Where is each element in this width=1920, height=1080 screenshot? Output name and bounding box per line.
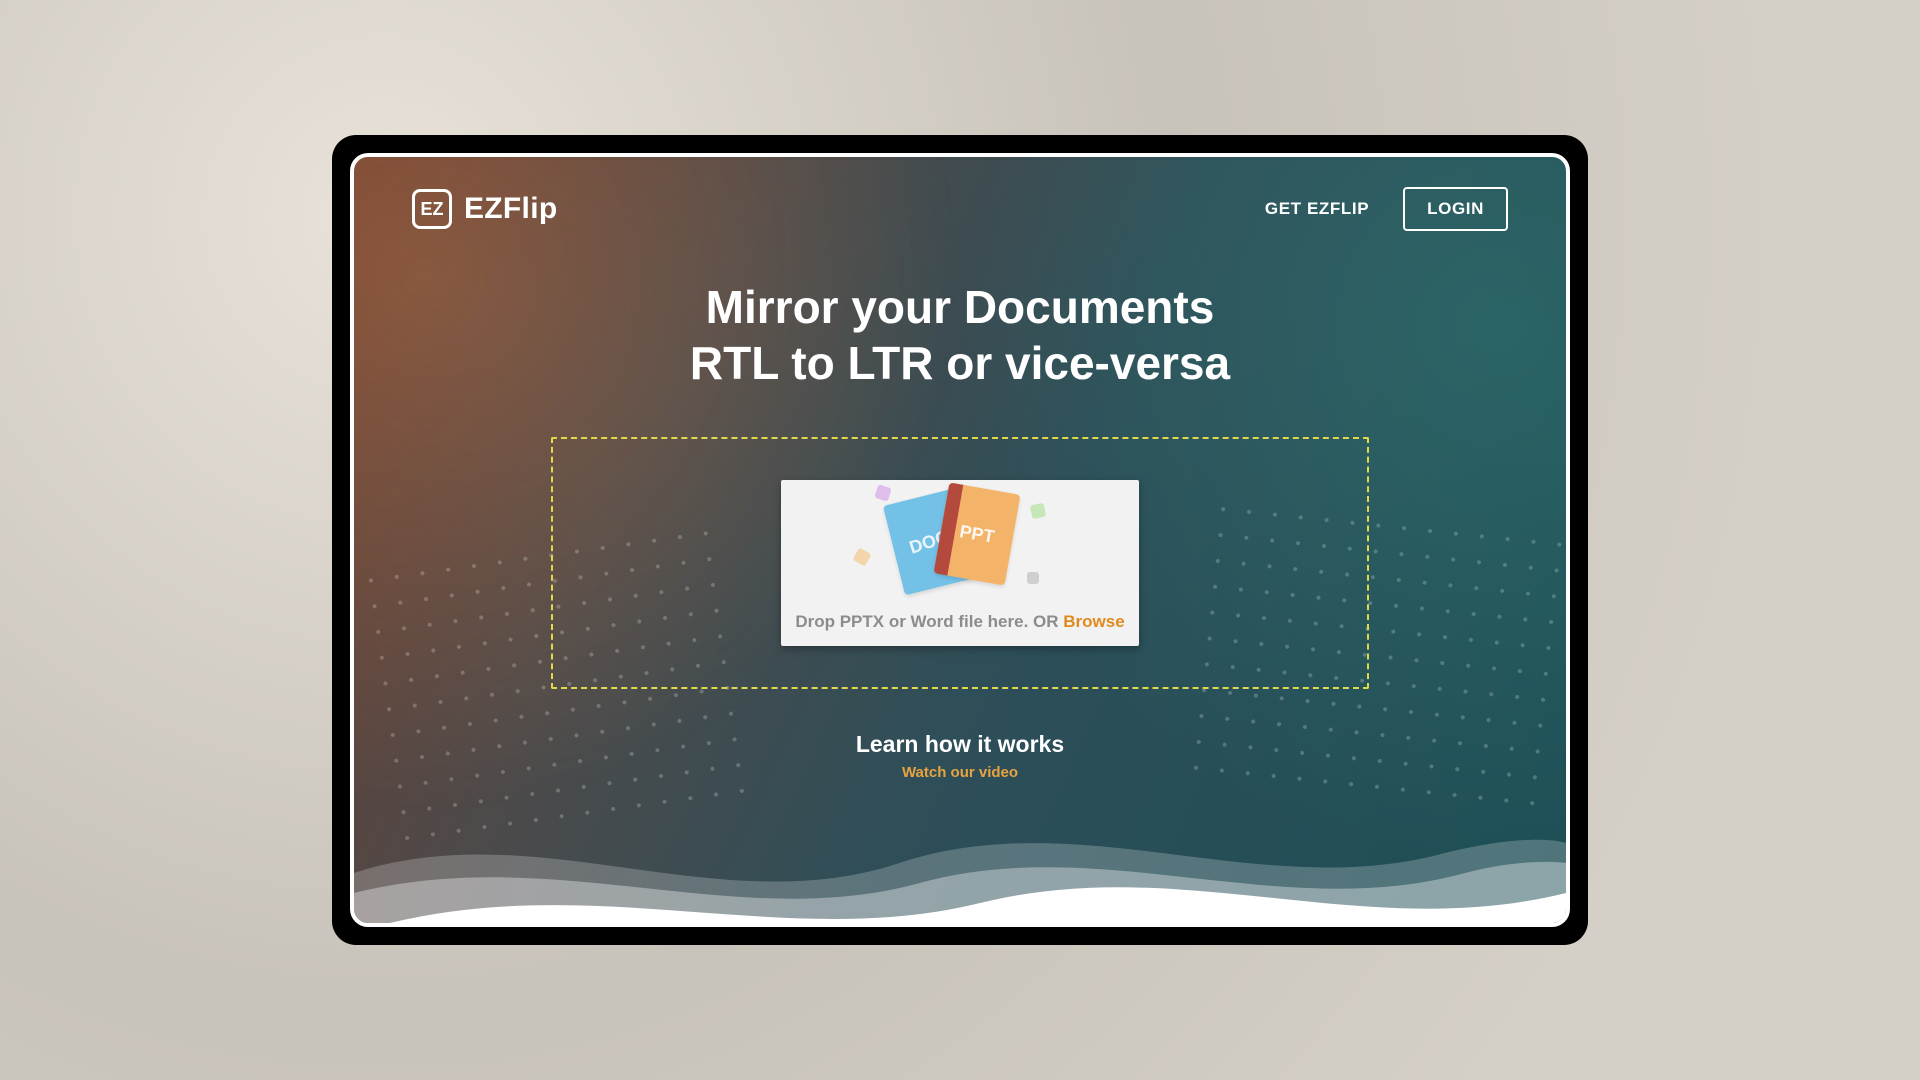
confetti-icon bbox=[852, 548, 871, 567]
logo-icon: EZ bbox=[412, 189, 452, 229]
learn-section: Learn how it works Watch our video bbox=[354, 731, 1566, 782]
brand-name: EZFlip bbox=[464, 192, 557, 226]
logo-text: EZ bbox=[420, 199, 443, 220]
hero-line2: RTL to LTR or vice-versa bbox=[690, 337, 1230, 389]
app-window: EZ EZFlip GET EZFLIP LOGIN Mirror your D… bbox=[350, 153, 1570, 927]
confetti-icon bbox=[874, 484, 892, 502]
learn-title: Learn how it works bbox=[354, 731, 1566, 758]
dropcard-caption: Drop PPTX or Word file here. OR Browse bbox=[781, 600, 1139, 646]
confetti-icon bbox=[1027, 572, 1039, 584]
watch-video-link[interactable]: Watch our video bbox=[902, 764, 1018, 781]
dropcard-art: DOC PPT bbox=[781, 480, 1139, 600]
brand[interactable]: EZ EZFlip bbox=[412, 189, 557, 229]
hero-heading: Mirror your Documents RTL to LTR or vice… bbox=[354, 279, 1566, 391]
confetti-icon bbox=[1030, 503, 1047, 520]
get-ezflip-link[interactable]: GET EZFLIP bbox=[1265, 199, 1369, 219]
drop-instruction: Drop PPTX or Word file here. OR bbox=[795, 612, 1063, 631]
file-dropzone[interactable]: DOC PPT Drop PPTX or Word file here. OR … bbox=[551, 437, 1369, 689]
header: EZ EZFlip GET EZFLIP LOGIN bbox=[354, 157, 1566, 231]
dropzone-wrap: DOC PPT Drop PPTX or Word file here. OR … bbox=[354, 437, 1566, 689]
device-frame: EZ EZFlip GET EZFLIP LOGIN Mirror your D… bbox=[332, 135, 1588, 945]
login-button[interactable]: LOGIN bbox=[1403, 187, 1508, 231]
ppt-file-icon: PPT bbox=[934, 483, 1021, 586]
dropcard: DOC PPT Drop PPTX or Word file here. OR … bbox=[781, 480, 1139, 646]
hero: Mirror your Documents RTL to LTR or vice… bbox=[354, 279, 1566, 391]
ppt-label: PPT bbox=[958, 521, 996, 548]
hero-line1: Mirror your Documents bbox=[706, 281, 1215, 333]
nav: GET EZFLIP LOGIN bbox=[1265, 187, 1508, 231]
browse-link[interactable]: Browse bbox=[1063, 612, 1124, 631]
